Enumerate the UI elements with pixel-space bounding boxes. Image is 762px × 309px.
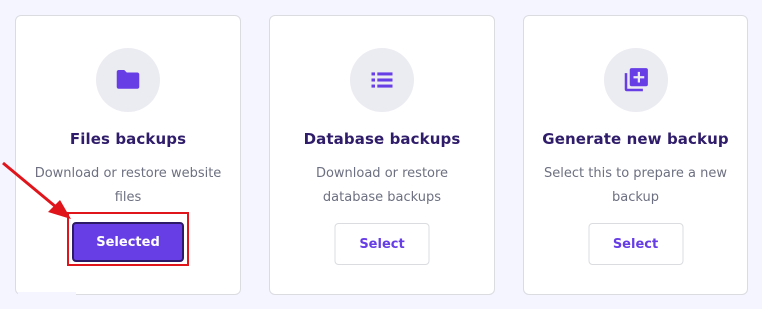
annotation-arrow-icon: [2, 161, 71, 219]
card-border-gap: [18, 292, 76, 296]
selected-button[interactable]: Selected: [72, 222, 184, 262]
folder-icon-circle: [96, 48, 160, 112]
card-title: Generate new backup: [542, 130, 729, 148]
list-icon: [371, 72, 393, 88]
card-title: Files backups: [69, 130, 187, 148]
card-description: Download or restore database backups: [315, 166, 449, 205]
add-backup-icon: [624, 68, 648, 92]
select-button[interactable]: Select: [334, 223, 430, 265]
card-title: Database backups: [303, 130, 461, 148]
list-icon-circle: [350, 48, 414, 112]
select-button[interactable]: Select: [588, 223, 683, 265]
add-backup-icon-circle: [603, 48, 668, 112]
card-description: Select this to prepare a new backup: [544, 166, 727, 205]
generate-backup-card[interactable]: Generate new backup Select this to prepa…: [523, 15, 748, 295]
database-backups-card[interactable]: Database backups Download or restore dat…: [269, 15, 495, 295]
files-backups-card[interactable]: Files backups Download or restore websit…: [15, 15, 241, 295]
folder-icon: [116, 70, 140, 89]
